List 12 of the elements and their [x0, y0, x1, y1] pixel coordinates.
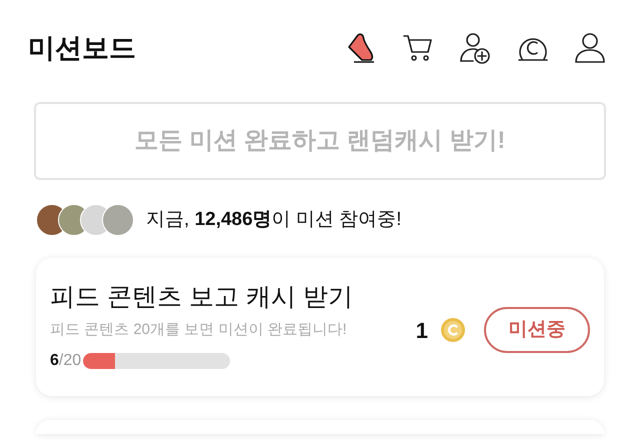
mission-title: 피드 콘텐츠 보고 캐시 받기: [50, 282, 353, 313]
user-icon[interactable]: [574, 32, 606, 64]
coin-icon: [440, 317, 466, 343]
reward-amount: 1: [416, 316, 428, 344]
mission-description: 피드 콘텐츠 20개를 보면 미션이 완료됩니다!: [50, 320, 348, 340]
page-title: 미션보드: [28, 32, 136, 65]
participants-text: 지금, 12,486명이 미션 참여중!: [146, 208, 402, 232]
add-user-icon[interactable]: [458, 31, 492, 65]
progress-count: 6/20: [50, 351, 82, 372]
random-cash-banner[interactable]: 모든 미션 완료하고 랜덤캐시 받기!: [34, 102, 606, 180]
photo-placeholder: [102, 204, 134, 236]
status-button[interactable]: 미션중: [484, 307, 590, 353]
